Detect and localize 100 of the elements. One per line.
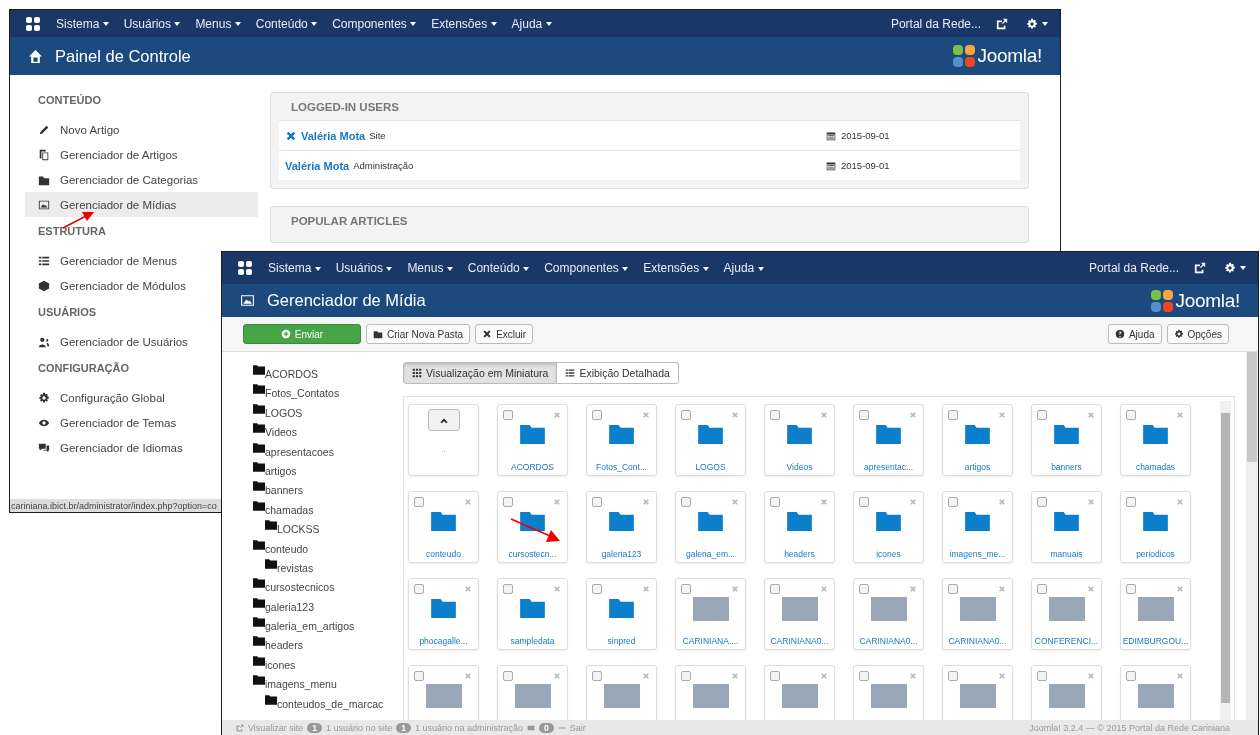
menu-item[interactable]: Extensões — [643, 261, 709, 275]
delete-icon[interactable] — [553, 585, 561, 593]
checkbox[interactable] — [948, 410, 958, 420]
file-name[interactable]: headers — [784, 549, 815, 559]
sidebar-item[interactable]: Gerenciador de Menus — [25, 248, 185, 273]
checkbox[interactable] — [414, 497, 424, 507]
file-name[interactable]: cursostecn... — [508, 549, 557, 559]
folder-link[interactable]: conteudo — [265, 542, 309, 555]
file-name[interactable]: CARINIANA0... — [948, 636, 1007, 646]
menu-item[interactable]: Conteúdo — [255, 16, 318, 31]
thumbnail-card[interactable] — [942, 665, 1013, 720]
file-name[interactable]: icones — [876, 549, 901, 559]
toolbar-button[interactable]: Ajuda — [1107, 324, 1162, 344]
thumbnail-card[interactable]: CARINIANA0... — [942, 578, 1013, 650]
sidebar-item[interactable]: Gerenciador de Artigos — [25, 142, 186, 167]
close-icon[interactable] — [285, 129, 297, 142]
delete-icon[interactable] — [998, 498, 1006, 506]
checkbox[interactable] — [592, 584, 602, 594]
folder-link[interactable]: LOGOS — [265, 406, 303, 419]
checkbox[interactable] — [503, 584, 513, 594]
checkbox[interactable] — [1126, 410, 1136, 420]
file-name[interactable]: CARINIANA.... — [682, 636, 739, 646]
delete-icon[interactable] — [1087, 498, 1095, 506]
checkbox[interactable] — [1037, 410, 1047, 420]
menu-item[interactable]: Sistema — [268, 261, 321, 275]
file-name[interactable]: CARINIANA0... — [859, 636, 918, 646]
delete-icon[interactable] — [464, 672, 472, 680]
file-name[interactable]: imagens_me... — [949, 549, 1006, 559]
site-link[interactable]: Portal da Rede... — [1088, 261, 1179, 275]
thumbnail-card[interactable]: galeria_em... — [675, 491, 746, 563]
thumbnail-card[interactable]: icones — [853, 491, 924, 563]
menu-item[interactable]: Menus — [407, 261, 453, 275]
file-name[interactable]: Videos — [786, 462, 813, 472]
view-tab[interactable]: Exibição Detalhada — [557, 362, 679, 384]
delete-icon[interactable] — [642, 585, 650, 593]
delete-icon[interactable] — [553, 672, 561, 680]
checkbox[interactable] — [948, 497, 958, 507]
folder-link[interactable]: galeria123 — [265, 600, 315, 613]
delete-icon[interactable] — [731, 585, 739, 593]
thumbnail-card[interactable]: galeria123 — [586, 491, 657, 563]
checkbox[interactable] — [414, 584, 424, 594]
folder-link[interactable]: chamadas — [265, 503, 314, 516]
delete-icon[interactable] — [553, 411, 561, 419]
checkbox[interactable] — [770, 497, 780, 507]
checkbox[interactable] — [948, 671, 958, 681]
settings-menu[interactable] — [1026, 17, 1048, 30]
sidebar-item[interactable]: Gerenciador de Temas — [25, 410, 185, 435]
thumbnail-card[interactable]: CARINIANA0... — [853, 578, 924, 650]
checkbox[interactable] — [681, 497, 691, 507]
file-name[interactable]: CONFERENCI... — [1034, 636, 1099, 646]
delete-icon[interactable] — [464, 498, 472, 506]
checkbox[interactable] — [592, 497, 602, 507]
delete-icon[interactable] — [820, 585, 828, 593]
thumbnail-card[interactable]: apresentac... — [853, 404, 924, 476]
thumbnail-card[interactable]: cursostecn... — [497, 491, 568, 563]
checkbox[interactable] — [948, 584, 958, 594]
menu-item[interactable]: Usuários — [335, 261, 393, 275]
folder-link[interactable]: cursostecnicos — [265, 581, 335, 594]
checkbox[interactable] — [1126, 584, 1136, 594]
thumbnail-card[interactable]: conteudo — [408, 491, 479, 563]
checkbox[interactable] — [859, 584, 869, 594]
folder-link[interactable]: banners — [265, 484, 303, 497]
checkbox[interactable] — [1037, 584, 1047, 594]
thumbnail-card[interactable]: periodicos — [1120, 491, 1191, 563]
delete-icon[interactable] — [731, 672, 739, 680]
parent-folder-label[interactable]: .. — [441, 445, 446, 454]
file-name[interactable]: ACORDOS — [511, 462, 554, 472]
file-name[interactable]: sampledata — [510, 636, 555, 646]
toolbar-button[interactable]: Criar Nova Pasta — [366, 324, 471, 344]
thumbnail-card[interactable]: Videos — [764, 404, 835, 476]
file-name[interactable]: CARINIANA0... — [770, 636, 829, 646]
thumbnail-card[interactable] — [1031, 665, 1102, 720]
thumbnail-card[interactable]: .. — [408, 404, 479, 476]
thumbnail-card[interactable] — [675, 665, 746, 720]
folder-link[interactable]: Fotos_Contatos — [265, 387, 340, 400]
delete-icon[interactable] — [731, 411, 739, 419]
delete-icon[interactable] — [1176, 498, 1184, 506]
thumbnail-card[interactable]: sampledata — [497, 578, 568, 650]
toolbar-button[interactable]: Opções — [1166, 324, 1229, 344]
up-button[interactable] — [427, 409, 460, 431]
checkbox[interactable] — [681, 584, 691, 594]
folder-link[interactable]: ACORDOS — [265, 368, 319, 380]
checkbox[interactable] — [859, 410, 869, 420]
toolbar-button[interactable]: Enviar — [243, 324, 361, 344]
checkbox[interactable] — [681, 671, 691, 681]
checkbox[interactable] — [770, 410, 780, 420]
checkbox[interactable] — [1126, 497, 1136, 507]
delete-icon[interactable] — [909, 411, 917, 419]
checkbox[interactable] — [592, 410, 602, 420]
menu-item[interactable]: Extensões — [431, 16, 497, 31]
menu-item[interactable]: Componentes — [332, 16, 417, 31]
file-name[interactable]: periodicos — [1136, 549, 1175, 559]
checkbox[interactable] — [503, 410, 513, 420]
delete-icon[interactable] — [909, 585, 917, 593]
view-tab[interactable]: Visualização em Miniatura — [403, 362, 558, 384]
thumbnail-card[interactable]: banners — [1031, 404, 1102, 476]
checkbox[interactable] — [1037, 671, 1047, 681]
checkbox[interactable] — [859, 497, 869, 507]
thumbnail-card[interactable] — [586, 665, 657, 720]
delete-icon[interactable] — [642, 411, 650, 419]
